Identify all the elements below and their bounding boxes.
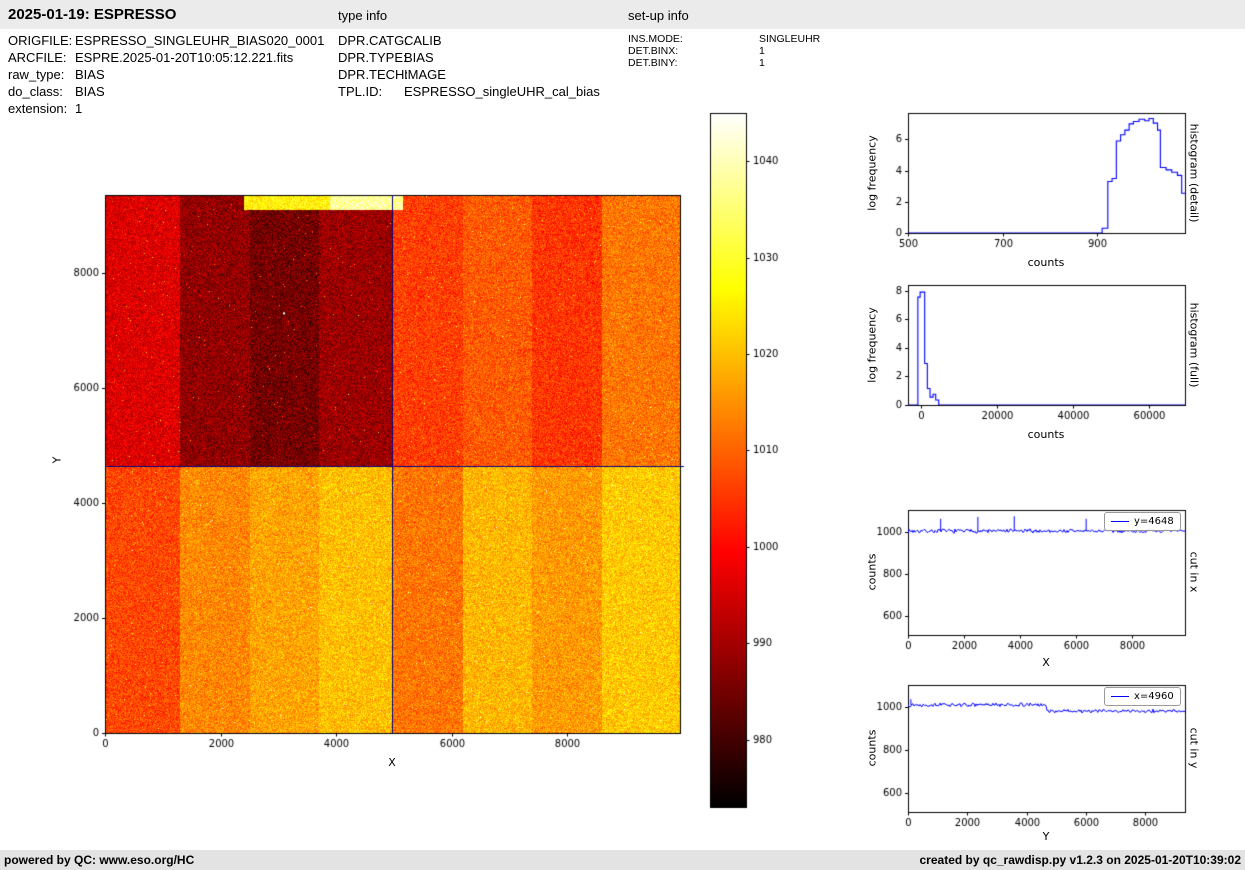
footer-left-text: powered by QC: www.eso.org/HC (4, 850, 194, 870)
cut-x-legend-label: y=4648 (1134, 516, 1174, 527)
metadata-value: 1 (759, 45, 765, 57)
metadata-row: DET.BINX:1 (628, 45, 820, 57)
header-bar: 2025-01-19: ESPRESSO type info set-up in… (0, 0, 1245, 29)
cut-x-legend: y=4648 (1104, 512, 1181, 531)
cut-y-legend-label: x=4960 (1134, 691, 1174, 702)
metadata-key: raw_type: (8, 66, 75, 83)
metadata-row: TPL.ID:ESPRESSO_singleUHR_cal_bias (338, 83, 600, 100)
hist-detail-xlabel: counts (1028, 256, 1065, 269)
metadata-row: DPR.TECH:IMAGE (338, 66, 600, 83)
metadata-key: extension: (8, 100, 75, 117)
metadata-value: ESPRESSO_singleUHR_cal_bias (404, 84, 600, 99)
footer-right-text: created by qc_rawdisp.py v1.2.3 on 2025-… (920, 850, 1242, 870)
metadata-value: ESPRE.2025-01-20T10:05:12.221.fits (75, 50, 293, 65)
metadata-value: SINGLEUHR (759, 33, 820, 45)
metadata-key: DPR.TECH: (338, 66, 404, 83)
legend-line-sample (1111, 696, 1129, 697)
legend-line-sample (1111, 521, 1129, 522)
metadata-key: DET.BINX: (628, 45, 759, 57)
metadata-value: 1 (75, 101, 82, 116)
cut-x-ylabel: counts (866, 554, 879, 591)
hist-full-ylabel: log frequency (866, 307, 879, 382)
metadata-row: DET.BINY:1 (628, 57, 820, 69)
cut-y-side-label: cut in y (1188, 728, 1201, 769)
metadata-value: BIAS (404, 50, 434, 65)
metadata-value: BIAS (75, 84, 105, 99)
type-info-heading: type info (338, 8, 387, 23)
histogram-detail-canvas (855, 100, 1200, 262)
metadata-key: TPL.ID: (338, 83, 404, 100)
hist-detail-side-label: histogram (detail) (1188, 124, 1201, 223)
hist-full-side-label: histogram (full) (1188, 303, 1201, 388)
setup-info-heading: set-up info (628, 8, 689, 23)
metadata-row: DPR.CATG:CALIB (338, 32, 600, 49)
hist-detail-ylabel: log frequency (866, 135, 879, 210)
metadata-value: CALIB (404, 33, 442, 48)
metadata-row: do_class:BIAS (8, 83, 324, 100)
metadata-key: do_class: (8, 83, 75, 100)
metadata-value: BIAS (75, 67, 105, 82)
metadata-key: ORIGFILE: (8, 32, 75, 49)
main-ylabel: Y (51, 457, 64, 464)
cut-y-legend: x=4960 (1104, 687, 1181, 706)
metadata-row: ARCFILE:ESPRE.2025-01-20T10:05:12.221.fi… (8, 49, 324, 66)
histogram-full-canvas (855, 272, 1200, 434)
metadata-value: IMAGE (404, 67, 446, 82)
cut-y-xlabel: Y (1043, 830, 1050, 843)
footer-bar: powered by QC: www.eso.org/HC created by… (0, 850, 1245, 870)
file-info-panel: ORIGFILE:ESPRESSO_SINGLEUHR_BIAS020_0001… (8, 32, 324, 117)
cut-x-side-label: cut in x (1188, 552, 1201, 593)
qc-report-page: 2025-01-19: ESPRESSO type info set-up in… (0, 0, 1245, 870)
cut-y-ylabel: counts (866, 730, 879, 767)
metadata-row: ORIGFILE:ESPRESSO_SINGLEUHR_BIAS020_0001 (8, 32, 324, 49)
metadata-value: ESPRESSO_SINGLEUHR_BIAS020_0001 (75, 33, 324, 48)
colorbar-canvas (700, 105, 800, 820)
metadata-key: DPR.CATG: (338, 32, 404, 49)
metadata-row: extension:1 (8, 100, 324, 117)
page-title: 2025-01-19: ESPRESSO (8, 6, 176, 23)
detector-image-canvas (45, 185, 700, 785)
metadata-row: DPR.TYPE:BIAS (338, 49, 600, 66)
hist-full-xlabel: counts (1028, 428, 1065, 441)
setup-info-panel: INS.MODE:SINGLEUHR DET.BINX:1 DET.BINY:1 (628, 33, 820, 69)
cut-x-xlabel: X (1042, 656, 1050, 669)
metadata-key: DPR.TYPE: (338, 49, 404, 66)
metadata-value: 1 (759, 57, 765, 69)
metadata-key: INS.MODE: (628, 33, 759, 45)
metadata-key: DET.BINY: (628, 57, 759, 69)
main-xlabel: X (388, 756, 396, 769)
metadata-row: raw_type:BIAS (8, 66, 324, 83)
type-info-panel: DPR.CATG:CALIB DPR.TYPE:BIAS DPR.TECH:IM… (338, 32, 600, 100)
metadata-key: ARCFILE: (8, 49, 75, 66)
metadata-row: INS.MODE:SINGLEUHR (628, 33, 820, 45)
